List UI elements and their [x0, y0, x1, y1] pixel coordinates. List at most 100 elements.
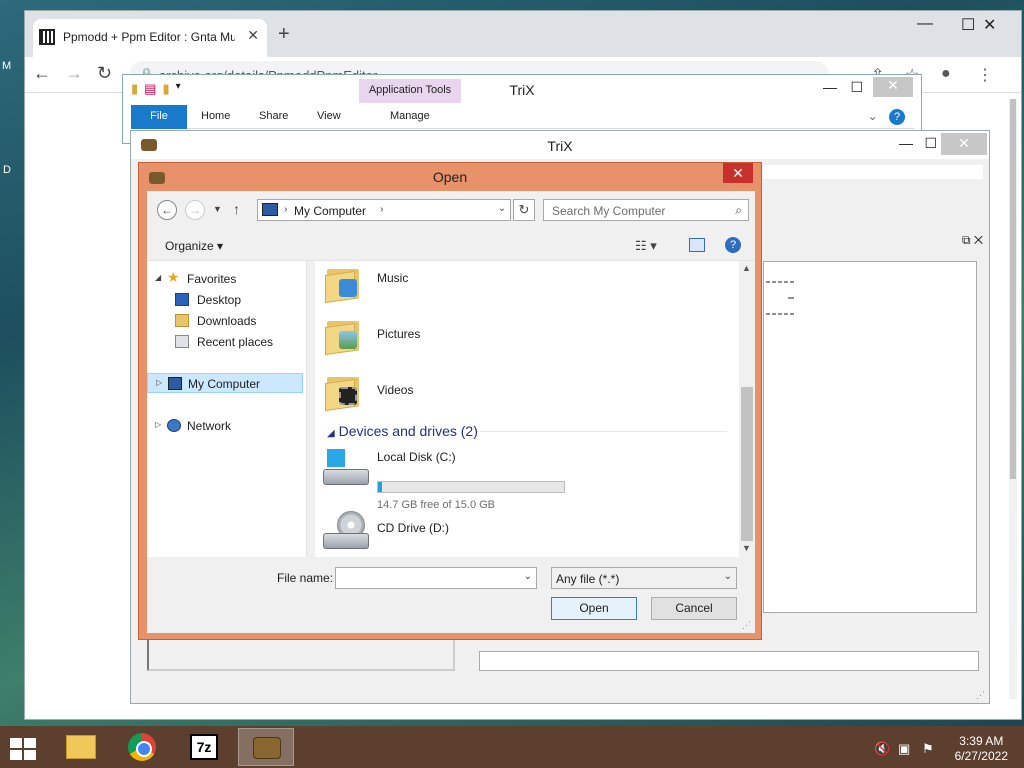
- tab-manage[interactable]: Manage: [390, 110, 430, 122]
- expand-triangle-icon[interactable]: ▷: [155, 420, 161, 429]
- search-icon: ⌕: [735, 203, 742, 217]
- resize-grip-icon[interactable]: ⋰: [742, 620, 751, 631]
- preview-pane-icon[interactable]: [689, 238, 705, 252]
- computer-icon: [168, 377, 182, 390]
- forward-arrow-icon[interactable]: →: [185, 200, 205, 220]
- refresh-icon[interactable]: ↻: [513, 199, 535, 221]
- trix-minimize-button[interactable]: —: [899, 135, 913, 151]
- folder-videos[interactable]: Videos: [377, 383, 413, 397]
- nav-favorites[interactable]: ◢ ★ Favorites: [147, 269, 305, 289]
- expand-triangle-icon[interactable]: ▷: [156, 378, 162, 387]
- dialog-close-button[interactable]: ✕: [723, 163, 753, 183]
- cancel-button[interactable]: Cancel: [651, 597, 737, 620]
- explorer-close-button[interactable]: ✕: [873, 77, 913, 97]
- taskbar-7zip[interactable]: 7z: [176, 728, 232, 766]
- scrollbar-thumb[interactable]: [741, 387, 753, 541]
- folder-pictures[interactable]: Pictures: [377, 327, 420, 341]
- nav-my-computer[interactable]: ▷ My Computer: [147, 373, 303, 393]
- trix-maximize-button[interactable]: ☐: [924, 135, 937, 152]
- dialog-titlebar: Open ✕: [139, 163, 761, 191]
- address-box[interactable]: › My Computer › ⌄: [257, 199, 511, 221]
- collapse-triangle-icon[interactable]: ◢: [155, 273, 161, 282]
- change-view-icon[interactable]: ☷ ▾: [635, 238, 657, 254]
- organize-button[interactable]: Organize ▾: [165, 239, 223, 253]
- nav-downloads[interactable]: Downloads: [147, 311, 305, 331]
- help-icon[interactable]: ?: [889, 109, 905, 125]
- explorer-minimize-button[interactable]: —: [823, 79, 837, 95]
- back-arrow-icon[interactable]: ←: [33, 63, 51, 84]
- trix-preview-pane: [763, 261, 977, 613]
- search-placeholder: Search My Computer: [552, 204, 666, 218]
- trix-close-button[interactable]: ✕: [941, 133, 987, 155]
- nav-network[interactable]: ▷ Network: [147, 416, 305, 436]
- scroll-up-icon[interactable]: ▲: [742, 263, 751, 273]
- content-pane: Music Pictures Videos ◢ Devices and driv…: [315, 261, 739, 557]
- taskbar-file-explorer[interactable]: [52, 728, 108, 766]
- pane-restore-close-icons[interactable]: ⧉ ✕: [962, 233, 983, 248]
- ribbon-expand-icon[interactable]: ⌄: [868, 109, 878, 123]
- up-arrow-icon[interactable]: ↑: [233, 201, 240, 217]
- browser-minimize-button[interactable]: —: [917, 15, 933, 33]
- drive-c-capacity-bar: [377, 481, 565, 493]
- reload-icon[interactable]: ↻: [97, 63, 112, 84]
- tab-share[interactable]: Share: [259, 110, 288, 122]
- music-folder-icon[interactable]: [325, 261, 361, 304]
- content-scrollbar[interactable]: ▲ ▼: [739, 261, 755, 557]
- tab-close-icon[interactable]: ✕: [247, 27, 259, 44]
- breadcrumb-my-computer[interactable]: My Computer: [294, 204, 366, 218]
- collapse-triangle-icon[interactable]: ◢: [327, 428, 335, 439]
- taskbar-chrome[interactable]: [114, 728, 170, 766]
- system-clock[interactable]: 3:39 AM 6/27/2022: [955, 734, 1008, 764]
- videos-folder-icon[interactable]: [325, 369, 361, 412]
- forward-arrow-icon[interactable]: →: [65, 63, 83, 84]
- action-center-flag-icon[interactable]: ⚑: [922, 741, 934, 757]
- file-type-dropdown-icon[interactable]: ⌄: [724, 571, 732, 582]
- breadcrumb-chevron-icon[interactable]: ›: [284, 204, 287, 215]
- file-name-label: File name:: [277, 571, 334, 585]
- dialog-body: ← → ▼ ↑ › My Computer › ⌄ ↻ Search My Co…: [147, 191, 755, 633]
- menu-kebab-icon[interactable]: ⋮: [977, 65, 993, 85]
- browser-maximize-button[interactable]: ☐: [961, 15, 975, 35]
- nav-desktop[interactable]: Desktop: [147, 290, 305, 310]
- drive-c-label[interactable]: Local Disk (C:): [377, 450, 456, 464]
- resize-grip-icon[interactable]: ⋰: [976, 690, 985, 701]
- open-dialog: Open ✕ ← → ▼ ↑ › My Computer › ⌄ ↻ Searc…: [138, 162, 762, 640]
- tab-view[interactable]: View: [317, 110, 341, 122]
- drive-d-label[interactable]: CD Drive (D:): [377, 521, 449, 535]
- taskbar-trix[interactable]: [238, 728, 294, 766]
- cd-drive-icon[interactable]: [323, 511, 369, 551]
- tab-home[interactable]: Home: [201, 110, 230, 122]
- file-name-input[interactable]: ⌄: [335, 567, 537, 589]
- hard-disk-icon[interactable]: [323, 447, 369, 487]
- search-input[interactable]: Search My Computer ⌕: [543, 199, 749, 221]
- scroll-down-icon[interactable]: ▼: [742, 543, 751, 553]
- nav-recent-places[interactable]: Recent places: [147, 332, 305, 352]
- help-icon[interactable]: ?: [725, 237, 741, 253]
- recent-locations-icon[interactable]: ▼: [213, 204, 222, 214]
- network-icon: [167, 419, 181, 432]
- clock-date: 6/27/2022: [954, 749, 1008, 763]
- file-name-dropdown-icon[interactable]: ⌄: [524, 571, 532, 582]
- downloads-folder-icon: [175, 314, 189, 327]
- volume-muted-icon[interactable]: 🔇: [874, 741, 890, 757]
- back-arrow-icon[interactable]: ←: [157, 200, 177, 220]
- new-tab-button[interactable]: +: [278, 23, 290, 46]
- pictures-folder-icon[interactable]: [325, 313, 361, 356]
- breadcrumb-chevron-icon[interactable]: ›: [380, 204, 383, 215]
- file-type-select[interactable]: Any file (*.*) ⌄: [551, 567, 737, 589]
- trix-bottom-input[interactable]: [479, 651, 979, 671]
- tab-file[interactable]: File: [131, 105, 187, 129]
- start-button[interactable]: [0, 728, 56, 766]
- address-dropdown-icon[interactable]: ⌄: [498, 203, 506, 214]
- open-button[interactable]: Open: [551, 597, 637, 620]
- browser-scrollbar[interactable]: [1009, 99, 1017, 699]
- drives-group-header[interactable]: ◢ Devices and drives (2): [327, 423, 478, 439]
- network-tray-icon[interactable]: ▣: [898, 741, 910, 757]
- browser-close-button[interactable]: ✕: [983, 15, 996, 35]
- folder-music[interactable]: Music: [377, 271, 408, 285]
- drive-c-free-space: 14.7 GB free of 15.0 GB: [377, 499, 496, 511]
- file-type-value: Any file (*.*): [556, 572, 620, 586]
- browser-tab[interactable]: Ppmodd + Ppm Editor : Gnta Mu ✕: [33, 19, 267, 57]
- profile-avatar-icon[interactable]: ●: [941, 65, 951, 83]
- explorer-maximize-button[interactable]: ☐: [850, 79, 863, 96]
